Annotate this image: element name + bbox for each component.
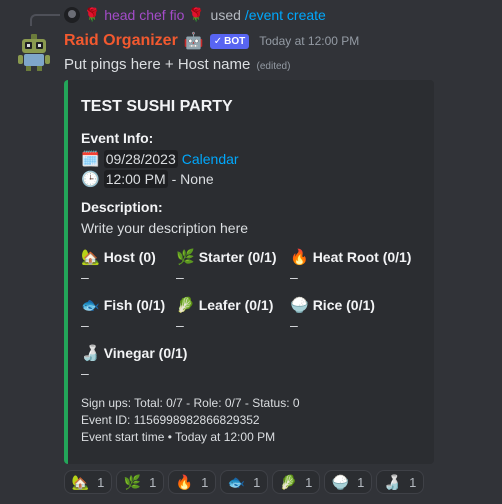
role-name-heat-root: Heat Root (0/1) — [312, 249, 412, 265]
event-id: Event ID: 1156998982866829352 — [81, 413, 260, 427]
rice-icon: 🍚 — [331, 473, 350, 490]
role-name-host: Host (0) — [103, 249, 156, 265]
clock-icon: 🕒 — [81, 171, 100, 188]
herb-icon: 🌿 — [176, 249, 195, 266]
role-name-fish: Fish (0/1) — [103, 297, 166, 313]
role-value-leafer: – — [176, 317, 184, 333]
herb-icon: 🌿 — [123, 473, 142, 490]
reaction-count: 1 — [201, 474, 209, 490]
bot-avatar[interactable] — [14, 32, 54, 72]
role-name-vinegar: Vinegar (0/1) — [103, 345, 188, 361]
rose-icon: 🌹 — [84, 7, 101, 22]
role-field-leafer: 🥬 Leafer (0/1) – — [176, 296, 286, 333]
vinegar-icon: 🍶 — [81, 345, 100, 362]
role-value-heat-root: – — [290, 269, 298, 285]
role-field-vinegar: 🍶 Vinegar (0/1) – — [81, 344, 191, 381]
event-start-time: Event start time • Today at 12:00 PM — [81, 430, 276, 444]
rice-icon: 🍚 — [290, 297, 309, 314]
reaction-count: 1 — [97, 474, 105, 490]
event-date-line: 🗓️ 09/28/2023 Calendar — [81, 150, 239, 168]
role-field-rice: 🍚 Rice (0/1) – — [290, 296, 400, 333]
reaction-rice[interactable]: 🍚 1 — [324, 470, 372, 494]
reaction-leaf[interactable]: 🥬 1 — [272, 470, 320, 494]
bot-tag: ✓ BOT — [209, 33, 250, 49]
event-info-label: Event Info: — [81, 130, 154, 146]
rose-icon: 🌹 — [188, 7, 205, 22]
reaction-count: 1 — [409, 474, 417, 490]
event-time-suffix: - None — [171, 171, 214, 187]
event-embed: TEST SUSHI PARTY Event Info: 🗓️ 09/28/20… — [64, 80, 434, 464]
description-text: Write your description here — [81, 220, 249, 236]
message-timestamp[interactable]: Today at 12:00 PM — [259, 34, 359, 48]
role-field-heat-root: 🔥 Heat Root (0/1) – — [290, 248, 411, 285]
message-header: Raid Organizer 🤖 ✓ BOT Today at 12:00 PM — [64, 30, 359, 52]
calendar-icon: 🗓️ — [81, 151, 100, 168]
fire-icon: 🔥 — [175, 473, 194, 490]
leaf-icon: 🥬 — [176, 297, 195, 314]
house-icon: 🏡 — [81, 249, 100, 266]
role-field-starter: 🌿 Starter (0/1) – — [176, 248, 286, 285]
signups-summary: Sign ups: Total: 0/7 - Role: 0/7 - Statu… — [81, 396, 300, 410]
calendar-link[interactable]: Calendar — [182, 151, 239, 167]
event-time: 12:00 PM — [103, 170, 168, 188]
vinegar-icon: 🍶 — [383, 473, 402, 490]
role-name-leafer: Leafer (0/1) — [198, 297, 274, 313]
message-content: Put pings here + Host name (edited) — [64, 56, 290, 73]
role-value-host: – — [81, 269, 89, 285]
reaction-fish[interactable]: 🐟 1 — [220, 470, 268, 494]
embed-title: TEST SUSHI PARTY — [81, 98, 233, 115]
role-field-fish: 🐟 Fish (0/1) – — [81, 296, 191, 333]
reply-command[interactable]: /event create — [245, 7, 326, 23]
bot-tag-label: BOT — [224, 35, 246, 47]
reaction-count: 1 — [357, 474, 365, 490]
reaction-herb[interactable]: 🌿 1 — [116, 470, 164, 494]
reply-used-text: used — [210, 7, 241, 23]
reply-preview[interactable]: 🌹 head chef fio 🌹 used /event create — [64, 6, 326, 24]
reaction-count: 1 — [149, 474, 157, 490]
reaction-count: 1 — [305, 474, 313, 490]
reaction-vinegar[interactable]: 🍶 1 — [376, 470, 424, 494]
role-value-starter: – — [176, 269, 184, 285]
reply-connector — [30, 14, 60, 26]
reactions-bar: 🏡 1 🌿 1 🔥 1 🐟 1 🥬 1 🍚 1 🍶 1 — [64, 470, 424, 494]
fish-icon: 🐟 — [227, 473, 246, 490]
reaction-fire[interactable]: 🔥 1 — [168, 470, 216, 494]
fish-icon: 🐟 — [81, 297, 100, 314]
house-icon: 🏡 — [71, 473, 90, 490]
role-field-host: 🏡 Host (0) – — [81, 248, 191, 285]
role-value-rice: – — [290, 317, 298, 333]
role-name-rice: Rice (0/1) — [312, 297, 375, 313]
author-name[interactable]: Raid Organizer — [64, 32, 178, 50]
edited-label: (edited) — [256, 61, 291, 72]
reaction-house[interactable]: 🏡 1 — [64, 470, 112, 494]
reply-username[interactable]: head chef fio — [104, 7, 184, 23]
role-value-vinegar: – — [81, 365, 89, 381]
message-text: Put pings here + Host name — [64, 56, 251, 73]
event-time-line: 🕒 12:00 PM - None — [81, 170, 214, 188]
reaction-count: 1 — [253, 474, 261, 490]
role-value-fish: – — [81, 317, 89, 333]
description-label: Description: — [81, 199, 163, 215]
leaf-icon: 🥬 — [279, 473, 298, 490]
reply-avatar[interactable] — [64, 7, 80, 23]
event-date: 09/28/2023 — [103, 150, 178, 168]
fire-icon: 🔥 — [290, 249, 309, 266]
check-icon: ✓ — [213, 35, 223, 47]
role-name-starter: Starter (0/1) — [198, 249, 277, 265]
robot-icon: 🤖 — [183, 33, 204, 50]
